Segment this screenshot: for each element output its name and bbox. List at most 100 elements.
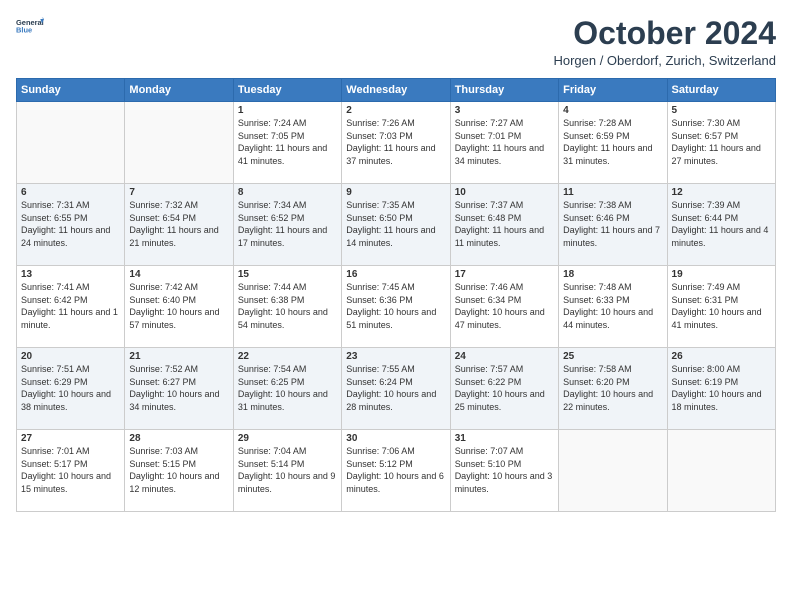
calendar-table: Sunday Monday Tuesday Wednesday Thursday… <box>16 78 776 512</box>
day-info: Sunrise: 7:52 AM Sunset: 6:27 PM Dayligh… <box>129 363 228 413</box>
header: General Blue October 2024 Horgen / Oberd… <box>16 16 776 68</box>
day-info: Sunrise: 7:30 AM Sunset: 6:57 PM Dayligh… <box>672 117 771 167</box>
table-row: 20Sunrise: 7:51 AM Sunset: 6:29 PM Dayli… <box>17 348 125 430</box>
day-number: 31 <box>455 433 554 444</box>
table-row: 28Sunrise: 7:03 AM Sunset: 5:15 PM Dayli… <box>125 430 233 512</box>
day-info: Sunrise: 7:32 AM Sunset: 6:54 PM Dayligh… <box>129 199 228 249</box>
day-info: Sunrise: 7:42 AM Sunset: 6:40 PM Dayligh… <box>129 281 228 331</box>
table-row: 16Sunrise: 7:45 AM Sunset: 6:36 PM Dayli… <box>342 266 450 348</box>
day-info: Sunrise: 7:57 AM Sunset: 6:22 PM Dayligh… <box>455 363 554 413</box>
col-saturday: Saturday <box>667 79 775 102</box>
table-row: 12Sunrise: 7:39 AM Sunset: 6:44 PM Dayli… <box>667 184 775 266</box>
day-number: 12 <box>672 187 771 198</box>
day-number: 14 <box>129 269 228 280</box>
day-info: Sunrise: 7:26 AM Sunset: 7:03 PM Dayligh… <box>346 117 445 167</box>
table-row: 2Sunrise: 7:26 AM Sunset: 7:03 PM Daylig… <box>342 102 450 184</box>
svg-text:Blue: Blue <box>16 26 32 35</box>
table-row: 8Sunrise: 7:34 AM Sunset: 6:52 PM Daylig… <box>233 184 341 266</box>
title-block: October 2024 Horgen / Oberdorf, Zurich, … <box>553 16 776 68</box>
day-info: Sunrise: 7:48 AM Sunset: 6:33 PM Dayligh… <box>563 281 662 331</box>
day-number: 30 <box>346 433 445 444</box>
table-row: 30Sunrise: 7:06 AM Sunset: 5:12 PM Dayli… <box>342 430 450 512</box>
col-thursday: Thursday <box>450 79 558 102</box>
day-number: 1 <box>238 105 337 116</box>
day-info: Sunrise: 7:38 AM Sunset: 6:46 PM Dayligh… <box>563 199 662 249</box>
table-row: 9Sunrise: 7:35 AM Sunset: 6:50 PM Daylig… <box>342 184 450 266</box>
day-info: Sunrise: 7:01 AM Sunset: 5:17 PM Dayligh… <box>21 445 120 495</box>
table-row: 1Sunrise: 7:24 AM Sunset: 7:05 PM Daylig… <box>233 102 341 184</box>
table-row <box>667 430 775 512</box>
day-number: 28 <box>129 433 228 444</box>
day-number: 8 <box>238 187 337 198</box>
day-info: Sunrise: 7:39 AM Sunset: 6:44 PM Dayligh… <box>672 199 771 249</box>
calendar-week-5: 27Sunrise: 7:01 AM Sunset: 5:17 PM Dayli… <box>17 430 776 512</box>
day-number: 9 <box>346 187 445 198</box>
day-info: Sunrise: 7:41 AM Sunset: 6:42 PM Dayligh… <box>21 281 120 331</box>
day-info: Sunrise: 7:55 AM Sunset: 6:24 PM Dayligh… <box>346 363 445 413</box>
table-row: 29Sunrise: 7:04 AM Sunset: 5:14 PM Dayli… <box>233 430 341 512</box>
day-number: 4 <box>563 105 662 116</box>
day-number: 21 <box>129 351 228 362</box>
day-number: 6 <box>21 187 120 198</box>
calendar-header-row: Sunday Monday Tuesday Wednesday Thursday… <box>17 79 776 102</box>
day-number: 24 <box>455 351 554 362</box>
day-number: 11 <box>563 187 662 198</box>
table-row: 26Sunrise: 8:00 AM Sunset: 6:19 PM Dayli… <box>667 348 775 430</box>
col-wednesday: Wednesday <box>342 79 450 102</box>
table-row <box>17 102 125 184</box>
day-number: 10 <box>455 187 554 198</box>
day-number: 20 <box>21 351 120 362</box>
day-number: 23 <box>346 351 445 362</box>
day-number: 25 <box>563 351 662 362</box>
table-row: 11Sunrise: 7:38 AM Sunset: 6:46 PM Dayli… <box>559 184 667 266</box>
table-row: 24Sunrise: 7:57 AM Sunset: 6:22 PM Dayli… <box>450 348 558 430</box>
table-row: 18Sunrise: 7:48 AM Sunset: 6:33 PM Dayli… <box>559 266 667 348</box>
table-row <box>559 430 667 512</box>
day-info: Sunrise: 7:04 AM Sunset: 5:14 PM Dayligh… <box>238 445 337 495</box>
day-info: Sunrise: 7:37 AM Sunset: 6:48 PM Dayligh… <box>455 199 554 249</box>
day-number: 13 <box>21 269 120 280</box>
day-info: Sunrise: 7:34 AM Sunset: 6:52 PM Dayligh… <box>238 199 337 249</box>
table-row: 5Sunrise: 7:30 AM Sunset: 6:57 PM Daylig… <box>667 102 775 184</box>
day-number: 17 <box>455 269 554 280</box>
table-row: 25Sunrise: 7:58 AM Sunset: 6:20 PM Dayli… <box>559 348 667 430</box>
col-monday: Monday <box>125 79 233 102</box>
col-tuesday: Tuesday <box>233 79 341 102</box>
table-row: 23Sunrise: 7:55 AM Sunset: 6:24 PM Dayli… <box>342 348 450 430</box>
day-info: Sunrise: 7:31 AM Sunset: 6:55 PM Dayligh… <box>21 199 120 249</box>
day-number: 26 <box>672 351 771 362</box>
table-row: 13Sunrise: 7:41 AM Sunset: 6:42 PM Dayli… <box>17 266 125 348</box>
day-number: 18 <box>563 269 662 280</box>
day-number: 3 <box>455 105 554 116</box>
col-sunday: Sunday <box>17 79 125 102</box>
table-row: 21Sunrise: 7:52 AM Sunset: 6:27 PM Dayli… <box>125 348 233 430</box>
table-row: 22Sunrise: 7:54 AM Sunset: 6:25 PM Dayli… <box>233 348 341 430</box>
table-row: 14Sunrise: 7:42 AM Sunset: 6:40 PM Dayli… <box>125 266 233 348</box>
table-row: 10Sunrise: 7:37 AM Sunset: 6:48 PM Dayli… <box>450 184 558 266</box>
location: Horgen / Oberdorf, Zurich, Switzerland <box>553 53 776 68</box>
day-info: Sunrise: 7:03 AM Sunset: 5:15 PM Dayligh… <box>129 445 228 495</box>
day-info: Sunrise: 7:54 AM Sunset: 6:25 PM Dayligh… <box>238 363 337 413</box>
day-info: Sunrise: 7:51 AM Sunset: 6:29 PM Dayligh… <box>21 363 120 413</box>
calendar-week-2: 6Sunrise: 7:31 AM Sunset: 6:55 PM Daylig… <box>17 184 776 266</box>
table-row: 15Sunrise: 7:44 AM Sunset: 6:38 PM Dayli… <box>233 266 341 348</box>
table-row: 7Sunrise: 7:32 AM Sunset: 6:54 PM Daylig… <box>125 184 233 266</box>
day-number: 27 <box>21 433 120 444</box>
day-number: 7 <box>129 187 228 198</box>
day-info: Sunrise: 8:00 AM Sunset: 6:19 PM Dayligh… <box>672 363 771 413</box>
calendar-week-4: 20Sunrise: 7:51 AM Sunset: 6:29 PM Dayli… <box>17 348 776 430</box>
month-title: October 2024 <box>553 16 776 51</box>
day-info: Sunrise: 7:27 AM Sunset: 7:01 PM Dayligh… <box>455 117 554 167</box>
day-number: 5 <box>672 105 771 116</box>
day-info: Sunrise: 7:49 AM Sunset: 6:31 PM Dayligh… <box>672 281 771 331</box>
day-number: 16 <box>346 269 445 280</box>
day-info: Sunrise: 7:07 AM Sunset: 5:10 PM Dayligh… <box>455 445 554 495</box>
day-info: Sunrise: 7:06 AM Sunset: 5:12 PM Dayligh… <box>346 445 445 495</box>
day-info: Sunrise: 7:46 AM Sunset: 6:34 PM Dayligh… <box>455 281 554 331</box>
logo: General Blue <box>16 16 44 36</box>
logo-icon: General Blue <box>16 16 44 36</box>
table-row: 3Sunrise: 7:27 AM Sunset: 7:01 PM Daylig… <box>450 102 558 184</box>
table-row: 4Sunrise: 7:28 AM Sunset: 6:59 PM Daylig… <box>559 102 667 184</box>
day-info: Sunrise: 7:44 AM Sunset: 6:38 PM Dayligh… <box>238 281 337 331</box>
day-info: Sunrise: 7:58 AM Sunset: 6:20 PM Dayligh… <box>563 363 662 413</box>
